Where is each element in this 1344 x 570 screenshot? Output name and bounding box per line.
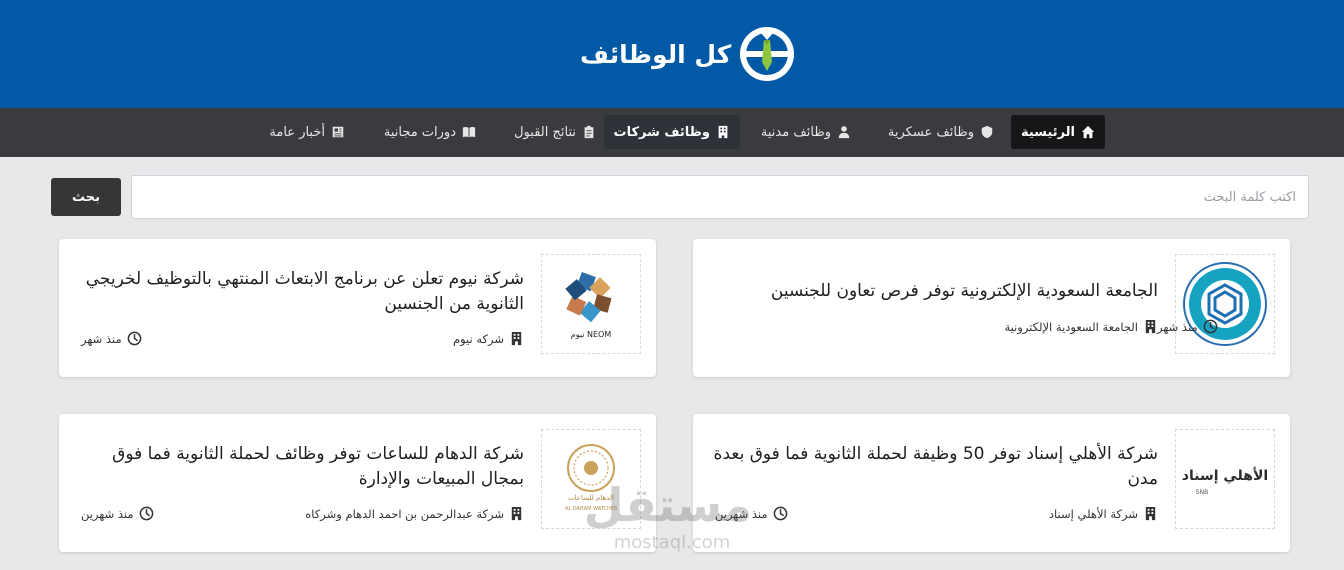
nav-item-military-jobs[interactable]: وظائف عسكرية <box>878 115 1004 149</box>
aldaham-logo-text: الدهام للساعات <box>568 494 614 502</box>
user-icon <box>838 126 850 139</box>
company-meta: الجامعة السعودية الإلكترونية <box>1004 319 1158 334</box>
nav-item-label: وظائف شركات <box>613 124 710 140</box>
post-time: منذ شهر <box>1157 319 1198 334</box>
nav-item-label: أخبار عامة <box>269 124 325 140</box>
nav-item-company-jobs[interactable]: وظائف شركات <box>603 115 740 149</box>
alahli-logo-sub: SNB <box>1196 489 1208 496</box>
site-logo[interactable]: كل الوظائف <box>580 22 797 86</box>
logo-tie-icon <box>740 27 795 81</box>
job-card[interactable]: الدهام للساعات AL DAHAM WATCHES شركة الد… <box>59 414 656 552</box>
nav-item-label: وظائف عسكرية <box>887 124 974 140</box>
company-meta: شركة الأهلي إسناد <box>1049 506 1158 521</box>
company-logo[interactable]: NEOM نيوم <box>541 254 641 354</box>
clipboard-icon <box>584 125 594 139</box>
post-time: منذ شهرين <box>81 506 134 521</box>
company-meta: شركه نيوم <box>453 331 524 346</box>
nav-item-label: دورات مجانية <box>383 124 456 140</box>
aldaham-logo-icon: الدهام للساعات AL DAHAM WATCHES <box>565 444 617 512</box>
newspaper-icon <box>332 126 344 138</box>
job-card[interactable]: الأهلي إسناد SNB شركة الأهلي إسناد توفر … <box>693 414 1290 552</box>
job-title[interactable]: شركة الدهام للساعات توفر وظائف لحملة الث… <box>74 442 524 492</box>
nav-item-admission-results[interactable]: نتائج القبول <box>504 115 606 149</box>
nav-item-home[interactable]: الرئيسية <box>1010 115 1105 149</box>
time-meta: منذ شهر <box>1157 319 1218 334</box>
site-header: كل الوظائف <box>0 0 1344 108</box>
search-button[interactable]: بحث <box>51 178 121 216</box>
company-name: الجامعة السعودية الإلكترونية <box>1004 319 1138 334</box>
home-icon <box>1081 125 1095 139</box>
time-meta: منذ شهر <box>81 331 142 346</box>
job-title[interactable]: شركة نيوم تعلن عن برنامج الابتعاث المنته… <box>74 267 524 317</box>
clock-icon <box>773 506 787 521</box>
company-name: شركه نيوم <box>452 331 504 346</box>
neom-logo-text: NEOM نيوم <box>571 330 612 339</box>
post-time: منذ شهرين <box>715 506 768 521</box>
building-icon <box>511 506 522 521</box>
neom-logo-icon: NEOM نيوم <box>565 272 612 339</box>
alahli-esnad-logo-icon: الأهلي إسناد SNB <box>1182 467 1268 496</box>
company-meta: شركة عبدالرحمن بن احمد الدهام وشركاه <box>305 506 524 521</box>
post-time: منذ شهر <box>81 331 122 346</box>
job-title[interactable]: شركة الأهلي إسناد توفر 50 وظيفة لحملة ال… <box>708 442 1158 492</box>
building-icon <box>1145 506 1156 521</box>
alahli-logo-text: الأهلي إسناد <box>1182 467 1268 484</box>
building-icon <box>718 125 728 139</box>
seu-logo-icon <box>1183 262 1267 346</box>
clock-icon <box>127 331 141 346</box>
search-input[interactable] <box>131 175 1309 219</box>
site-name: كل الوظائف <box>580 39 732 69</box>
time-meta: منذ شهرين <box>81 506 154 521</box>
company-logo[interactable] <box>1175 254 1275 354</box>
time-meta: منذ شهرين <box>715 506 788 521</box>
building-icon <box>511 331 522 346</box>
nav-item-label: وظائف مدنية <box>760 124 831 140</box>
company-name: شركة عبدالرحمن بن احمد الدهام وشركاه <box>305 506 504 521</box>
nav-item-free-courses[interactable]: دورات مجانية <box>374 115 486 149</box>
nav-item-general-news[interactable]: أخبار عامة <box>259 115 355 149</box>
nav-item-label: نتائج القبول <box>514 124 576 140</box>
book-icon <box>462 126 476 138</box>
job-card[interactable]: الجامعة السعودية الإلكترونية توفر فرص تع… <box>693 239 1290 377</box>
shield-icon <box>981 125 993 139</box>
building-icon <box>1145 319 1156 334</box>
nav-item-label: الرئيسية <box>1020 124 1075 140</box>
nav-item-civil-jobs[interactable]: وظائف مدنية <box>751 115 861 149</box>
main-nav: الرئيسية وظائف عسكرية وظائف مدنية وظائف … <box>0 108 1344 157</box>
job-title[interactable]: الجامعة السعودية الإلكترونية توفر فرص تع… <box>708 279 1158 304</box>
company-logo[interactable]: الدهام للساعات AL DAHAM WATCHES <box>541 429 641 529</box>
company-name: شركة الأهلي إسناد <box>1048 506 1138 521</box>
job-card[interactable]: NEOM نيوم شركة نيوم تعلن عن برنامج الابت… <box>59 239 656 377</box>
clock-icon <box>1203 319 1217 334</box>
clock-icon <box>139 506 153 521</box>
company-logo[interactable]: الأهلي إسناد SNB <box>1175 429 1275 529</box>
aldaham-logo-sub: AL DAHAM WATCHES <box>565 506 617 512</box>
